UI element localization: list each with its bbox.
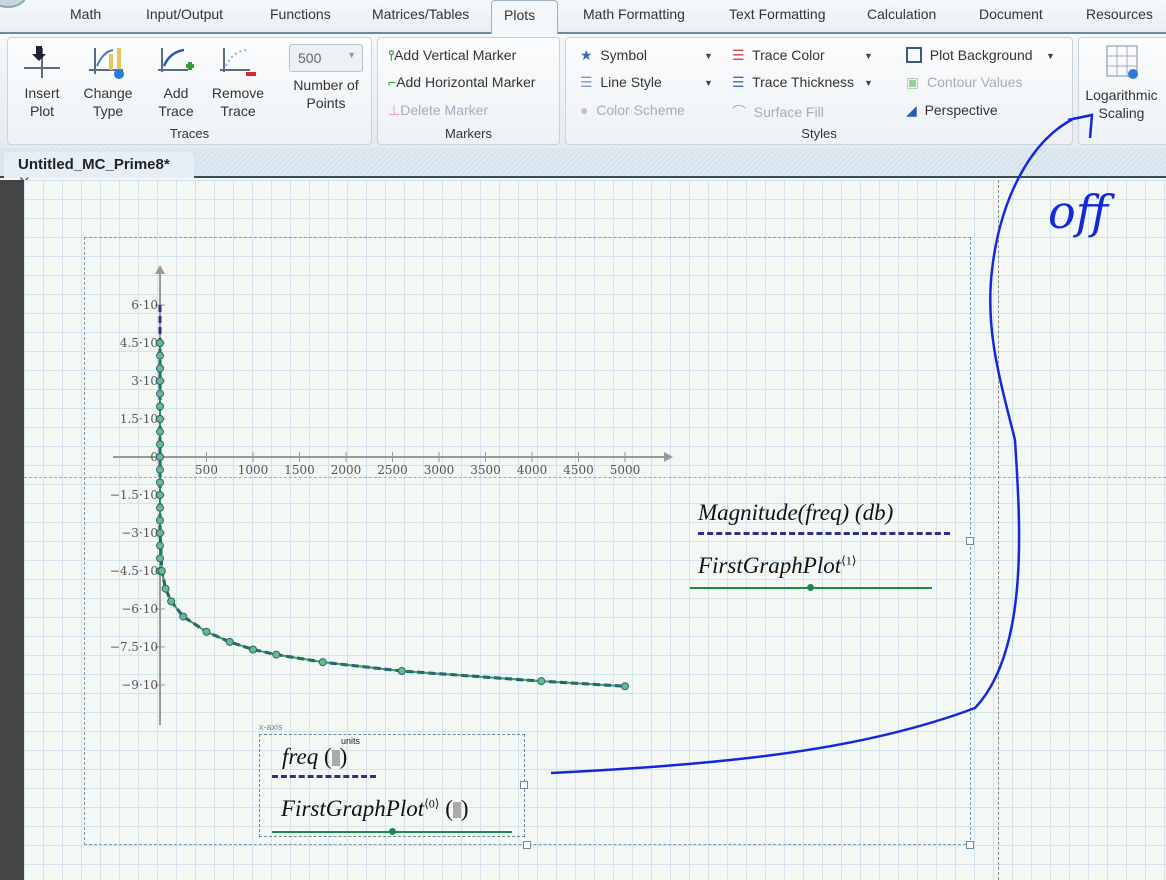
insert-plot-button[interactable]: Insert Plot (18, 44, 66, 120)
line-style-dropdown[interactable]: ☰ Line Style (580, 74, 662, 91)
y-legend-expr-1[interactable]: Magnitude(freq) (db) (698, 500, 893, 526)
remove-trace-button[interactable]: Remove Trace (208, 44, 268, 120)
plot-region[interactable] (84, 237, 971, 845)
styles-group: ★ Symbol ▼ ☰ Line Style ▼ ● Color Scheme… (565, 37, 1073, 145)
chevron-down-icon: ▼ (347, 50, 356, 60)
ribbon-tabs: Math Input/Output Functions Matrices/Tab… (0, 0, 1166, 34)
chevron-down-icon: ▼ (864, 51, 873, 61)
resize-handle[interactable] (523, 841, 531, 849)
surface-fill-icon: ⌒ (732, 104, 746, 120)
chevron-down-icon: ▼ (1046, 51, 1055, 61)
tab-plots[interactable]: Plots (491, 0, 558, 34)
symbol-dropdown[interactable]: ★ Symbol (580, 47, 647, 64)
logarithmic-scaling-button[interactable]: Logarithmic Scaling (1078, 37, 1166, 145)
tab-input-output[interactable]: Input/Output (146, 6, 223, 22)
x-legend-expr-2[interactable]: FirstGraphPlot⟨0⟩ () (281, 796, 469, 822)
chevron-down-icon: ▼ (864, 78, 873, 88)
contour-values-button[interactable]: ▣ Contour Values (906, 74, 1022, 91)
trace-color-icon: ☰ (732, 47, 745, 63)
units-placeholder[interactable]: () (324, 744, 347, 769)
add-horizontal-marker-button[interactable]: ⌐Add Horizontal Marker (388, 74, 535, 90)
color-scheme-dropdown[interactable]: ● Color Scheme (580, 102, 685, 118)
trace-thickness-dropdown[interactable]: ☰ Trace Thickness (732, 74, 854, 91)
horizontal-marker-icon: ⌐ (388, 74, 397, 90)
delete-marker-button[interactable]: ⊥Delete Marker (388, 102, 488, 119)
legend-marker (807, 584, 814, 591)
markers-group-label: Markers (445, 126, 492, 141)
units-label: units (341, 736, 361, 746)
chevron-down-icon: ▼ (704, 78, 713, 88)
x-legend-expr-1[interactable]: freq () (282, 744, 347, 770)
plot-background-dropdown[interactable]: Plot Background (906, 47, 1033, 63)
remove-trace-icon (220, 48, 256, 76)
add-vertical-marker-button[interactable]: ⫯Add Vertical Marker (388, 47, 516, 64)
resize-handle[interactable] (966, 841, 974, 849)
ribbon: Insert Plot Change Type Add Trace Remove… (0, 34, 1166, 148)
change-type-button[interactable]: Change Type (80, 44, 136, 120)
number-of-points-label: Number of Points (293, 77, 359, 111)
trace-color-dropdown[interactable]: ☰ Trace Color (732, 47, 825, 64)
tab-math[interactable]: Math (70, 6, 101, 22)
add-trace-icon (158, 48, 194, 72)
y-legend-line-1 (698, 532, 950, 535)
x-legend-line-1 (272, 775, 376, 778)
document-tabs: Untitled_MC_Prime8* ✕ (0, 148, 1166, 191)
styles-group-label: Styles (801, 126, 837, 141)
surface-fill-dropdown[interactable]: ⌒ Surface Fill (732, 102, 824, 122)
traces-group: Insert Plot Change Type Add Trace Remove… (7, 37, 372, 145)
plot-background-icon (906, 47, 922, 63)
tab-resources[interactable]: Resources (1086, 6, 1153, 22)
add-trace-button[interactable]: Add Trace (154, 44, 198, 120)
markers-group: ⫯Add Vertical Marker ⌐Add Horizontal Mar… (377, 37, 560, 145)
change-type-icon (89, 48, 124, 79)
tab-document[interactable]: Document (979, 6, 1043, 22)
y-legend-expr-2[interactable]: FirstGraphPlot⟨1⟩ (698, 553, 857, 579)
x-axis-label: x-axis (259, 722, 283, 732)
tab-functions[interactable]: Functions (270, 6, 331, 22)
traces-group-label: Traces (169, 126, 210, 141)
resize-handle[interactable] (520, 781, 528, 789)
tab-text-formatting[interactable]: Text Formatting (729, 6, 825, 22)
right-margin-line (998, 180, 999, 880)
delete-marker-icon: ⊥ (388, 102, 401, 118)
trace-thickness-icon: ☰ (732, 74, 745, 90)
tab-matrices-tables[interactable]: Matrices/Tables (372, 6, 469, 22)
logarithmic-scaling-icon (1106, 45, 1138, 79)
insert-plot-icon (24, 46, 60, 78)
contour-values-icon: ▣ (906, 74, 920, 90)
color-wheel-icon: ● (580, 102, 589, 118)
number-of-points-dropdown[interactable]: 500 ▼ (289, 44, 363, 72)
left-margin (0, 180, 24, 880)
tab-math-formatting[interactable]: Math Formatting (583, 6, 685, 22)
resize-handle[interactable] (966, 537, 974, 545)
document-tab[interactable]: Untitled_MC_Prime8* ✕ (4, 152, 194, 191)
legend-marker (389, 828, 396, 835)
units-placeholder[interactable]: () (445, 796, 468, 821)
perspective-icon: ◢ (906, 102, 917, 118)
star-icon: ★ (580, 47, 593, 63)
line-style-icon: ☰ (580, 74, 593, 90)
tab-calculation[interactable]: Calculation (867, 6, 936, 22)
perspective-button[interactable]: ◢ Perspective (906, 102, 998, 119)
chevron-down-icon: ▼ (704, 51, 713, 61)
